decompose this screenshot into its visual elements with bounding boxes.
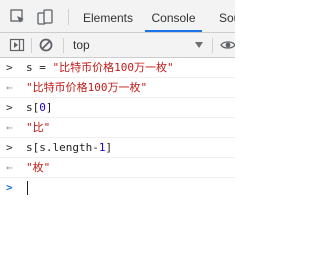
console-output[interactable]: > s = "比特币价格100万一枚" ← "比特币价格100万一枚" > s[…: [0, 58, 235, 256]
console-code: s = "比特币价格100万一枚": [26, 58, 174, 78]
clear-console-icon[interactable]: [38, 37, 54, 53]
active-prompt-icon: >: [6, 181, 13, 194]
result-string: "比": [26, 121, 51, 134]
tab-console[interactable]: Console: [145, 0, 202, 32]
code-number: 0: [39, 101, 46, 114]
tabbar-separator: [68, 9, 69, 25]
chevron-down-icon[interactable]: [195, 42, 203, 48]
result-string: "比特币价格100万一枚": [26, 81, 148, 94]
tab-elements[interactable]: Elements: [81, 0, 135, 32]
toolbar-separator: [63, 38, 64, 53]
console-result-line: ← "比特币价格100万一枚": [0, 78, 235, 98]
live-expression-eye-icon[interactable]: [220, 37, 235, 53]
show-drawer-icon[interactable]: [9, 37, 25, 53]
console-result-line: ← "比": [0, 118, 235, 138]
result-string: "枚": [26, 161, 51, 174]
code-expression: s[s.length-: [26, 141, 99, 154]
devtools-tabbar: Elements Console Sou: [0, 0, 235, 33]
code-bracket: ]: [45, 101, 53, 114]
console-input-line: > s[s.length-1]: [0, 138, 235, 158]
console-input-line: > s[0]: [0, 98, 235, 118]
text-caret: [27, 181, 28, 195]
console-toolbar: top: [0, 33, 235, 58]
device-toolbar-icon[interactable]: [36, 8, 54, 26]
input-prompt-icon: >: [6, 101, 13, 114]
output-arrow-icon: ←: [6, 161, 13, 174]
code-identifier: s: [26, 101, 33, 114]
output-arrow-icon: ←: [6, 121, 13, 134]
console-code: s[s.length-1]: [26, 138, 112, 158]
toolbar-separator: [212, 38, 213, 53]
console-code: s[0]: [26, 98, 53, 118]
toolbar-separator: [31, 38, 32, 53]
code-string: "比特币价格100万一枚": [52, 61, 174, 74]
console-input-line: > s = "比特币价格100万一枚": [0, 58, 235, 78]
devtools-window: Elements Console Sou top: [0, 0, 235, 256]
output-arrow-icon: ←: [6, 81, 13, 94]
input-prompt-icon: >: [6, 61, 13, 74]
input-prompt-icon: >: [6, 141, 13, 154]
code-operator: =: [32, 61, 53, 74]
console-prompt-line[interactable]: >: [0, 178, 235, 198]
console-result-line: ← "枚": [0, 158, 235, 178]
inspect-element-icon[interactable]: [9, 8, 27, 26]
tab-sources[interactable]: Sou: [219, 0, 235, 32]
code-bracket: ]: [105, 141, 113, 154]
execution-context-select[interactable]: top: [73, 37, 90, 53]
code-identifier: s: [26, 61, 33, 74]
